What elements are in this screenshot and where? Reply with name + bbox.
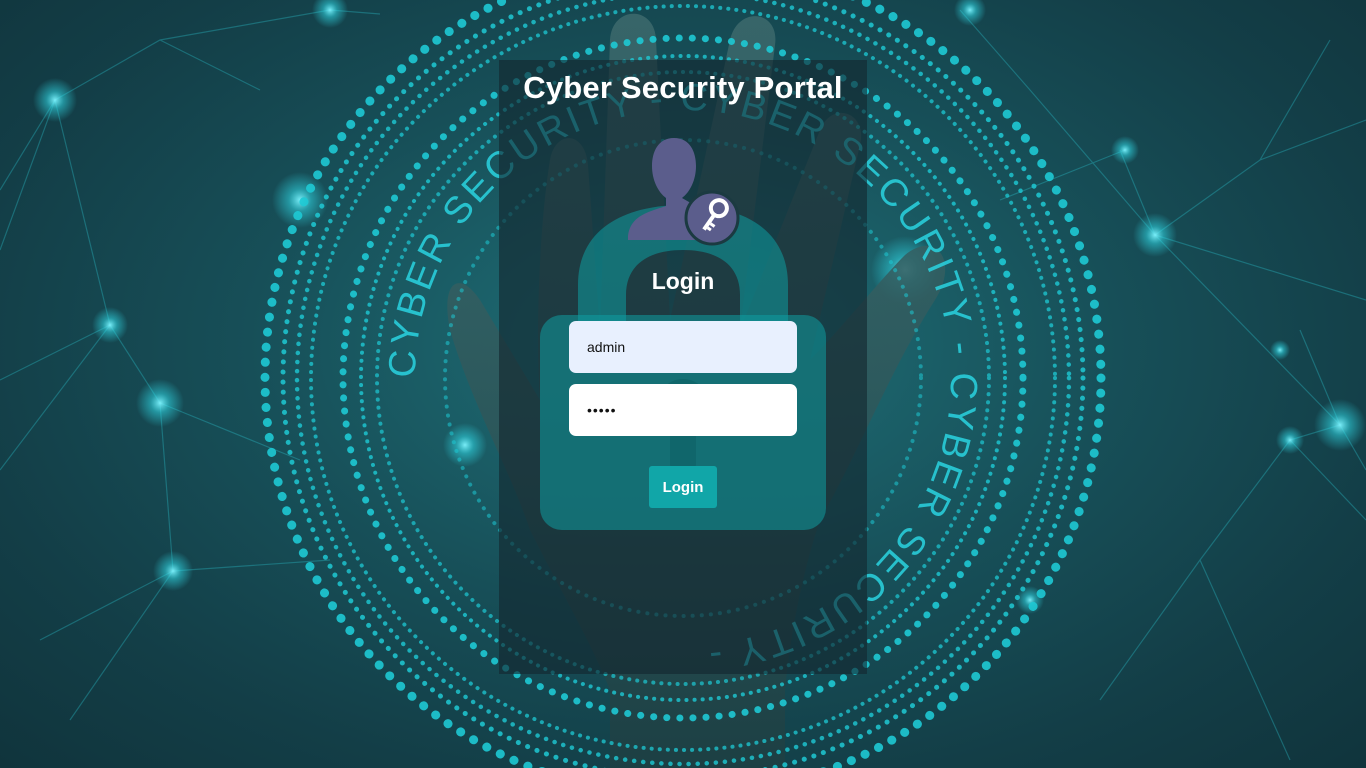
login-button[interactable]: Login [649, 466, 717, 508]
page-title: Cyber Security Portal [523, 70, 843, 105]
password-input[interactable] [569, 384, 797, 436]
username-input[interactable] [569, 321, 797, 373]
login-heading: Login [651, 268, 715, 294]
user-key-icon [628, 138, 740, 246]
